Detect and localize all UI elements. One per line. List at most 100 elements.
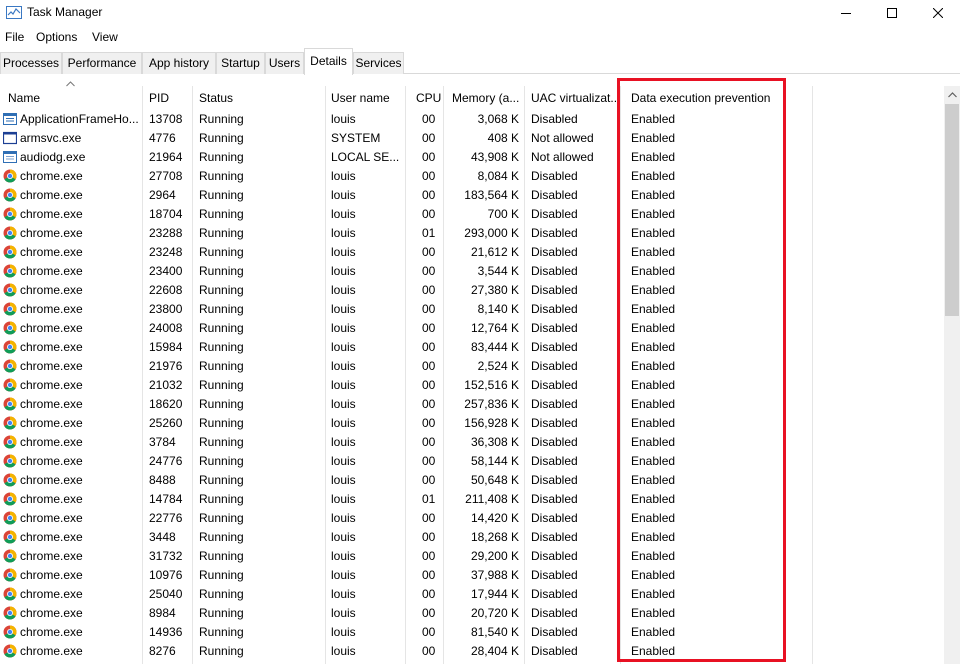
menu-options[interactable]: Options [36,30,77,44]
cell-name: chrome.exe [20,549,83,563]
table-row[interactable]: chrome.exe 23400 Running louis 00 3,544 K Disa… [0,262,944,281]
cell-memory: 36,308 K [470,435,519,449]
header-user-name[interactable]: User name [331,91,403,105]
cell-uac: Disabled [531,397,578,411]
cell-pid: 13708 [149,112,183,126]
table-row[interactable]: chrome.exe 2964 Running louis 00 183,564 K Dis… [0,186,944,205]
header-cpu[interactable]: CPU [416,91,442,105]
vertical-scrollbar[interactable] [944,86,960,664]
table-row[interactable]: chrome.exe 22776 Running louis 00 14,420 K Dis… [0,509,944,528]
header-name[interactable]: Name [8,91,138,105]
table-row[interactable]: chrome.exe 14936 Running louis 00 81,540 K Dis… [0,623,944,642]
header-status[interactable]: Status [199,91,319,105]
table-row[interactable]: chrome.exe 23800 Running louis 00 8,140 K Disa… [0,300,944,319]
cell-pid: 21976 [149,359,183,373]
cell-uac: Disabled [531,644,578,658]
cell-memory: 20,720 K [470,606,519,620]
cell-memory: 2,524 K [477,359,519,373]
chrome-icon [3,435,17,449]
table-row[interactable]: chrome.exe 8276 Running louis 00 28,404 K Disa… [0,642,944,661]
cell-pid: 23800 [149,302,183,316]
table-row[interactable]: chrome.exe 3784 Running louis 00 36,308 K Disa… [0,433,944,452]
cell-cpu: 00 [422,188,436,202]
table-row[interactable]: chrome.exe 3448 Running louis 00 18,268 K Disa… [0,528,944,547]
tab-startup[interactable]: Startup [216,52,265,74]
cell-name: chrome.exe [20,416,83,430]
table-row[interactable]: chrome.exe 27708 Running louis 00 8,084 K Disa… [0,167,944,186]
cell-status: Running [199,283,244,297]
chrome-icon [3,302,17,316]
table-row[interactable]: audiodg.exe 21964 Running LOCAL SE... 00 43,9… [0,148,944,167]
close-button[interactable] [915,0,960,26]
scroll-up-button[interactable] [944,86,960,104]
maximize-button[interactable] [869,0,915,26]
cell-pid: 8488 [149,473,176,487]
cell-memory: 29,200 K [470,549,519,563]
cell-name: chrome.exe [20,587,83,601]
cell-pid: 25040 [149,587,183,601]
header-uac-virtualization[interactable]: UAC virtualizat... [531,91,619,105]
audio-window-icon [3,151,17,163]
chrome-icon [3,169,17,183]
table-row[interactable]: chrome.exe 31732 Running louis 00 29,200 K Dis… [0,547,944,566]
close-icon [933,8,943,18]
cell-user: louis [331,359,356,373]
menu-view[interactable]: View [92,30,118,44]
header-pid[interactable]: PID [149,91,189,105]
cell-name: chrome.exe [20,625,83,639]
menu-file[interactable]: File [5,30,24,44]
tab-details[interactable]: Details [304,48,353,75]
minimize-button[interactable] [823,0,869,26]
tab-services[interactable]: Services [353,52,404,74]
cell-status: Running [199,549,244,563]
table-row[interactable]: chrome.exe 14784 Running louis 01 211,408 K Di… [0,490,944,509]
cell-user: louis [331,549,356,563]
cell-status: Running [199,340,244,354]
table-row[interactable]: chrome.exe 21976 Running louis 00 2,524 K Disa… [0,357,944,376]
cell-uac: Disabled [531,112,578,126]
table-row[interactable]: chrome.exe 22608 Running louis 00 27,380 K Dis… [0,281,944,300]
cell-name: chrome.exe [20,169,83,183]
table-row[interactable]: chrome.exe 24008 Running louis 00 12,764 K Dis… [0,319,944,338]
table-row[interactable]: chrome.exe 23248 Running louis 00 21,612 K Dis… [0,243,944,262]
cell-name: chrome.exe [20,245,83,259]
cell-cpu: 00 [422,245,436,259]
cell-status: Running [199,378,244,392]
table-row[interactable]: chrome.exe 8984 Running louis 00 20,720 K Disa… [0,604,944,623]
table-row[interactable]: chrome.exe 24776 Running louis 00 58,144 K Dis… [0,452,944,471]
cell-cpu: 00 [422,587,436,601]
cell-uac: Disabled [531,378,578,392]
table-row[interactable]: chrome.exe 8488 Running louis 00 50,648 K Disa… [0,471,944,490]
chrome-icon [3,188,17,202]
cell-uac: Disabled [531,511,578,525]
table-row[interactable]: chrome.exe 18704 Running louis 00 700 K Disabl… [0,205,944,224]
tab-processes[interactable]: Processes [0,52,62,74]
cell-memory: 18,268 K [470,530,519,544]
tab-performance[interactable]: Performance [62,52,142,74]
table-row[interactable]: chrome.exe 23288 Running louis 01 293,000 K Di… [0,224,944,243]
cell-pid: 18620 [149,397,183,411]
cell-status: Running [199,302,244,316]
table-row[interactable]: armsvc.exe 4776 Running SYSTEM 00 408 K Not al… [0,129,944,148]
cell-pid: 14936 [149,625,183,639]
cell-pid: 21964 [149,150,183,164]
table-row[interactable]: chrome.exe 21032 Running louis 00 152,516 K Di… [0,376,944,395]
table-row[interactable]: chrome.exe 15984 Running louis 00 83,444 K Dis… [0,338,944,357]
scrollbar-thumb[interactable] [945,104,959,316]
table-row[interactable]: ApplicationFrameHo... 13708 Running louis 00… [0,110,944,129]
cell-uac: Disabled [531,587,578,601]
service-window-icon [3,131,17,145]
cell-user: louis [331,587,356,601]
highlight-box [617,78,786,662]
cell-cpu: 01 [422,226,436,240]
table-row[interactable]: chrome.exe 10976 Running louis 00 37,988 K Dis… [0,566,944,585]
table-row[interactable]: chrome.exe 25260 Running louis 00 156,928 K Di… [0,414,944,433]
tab-users[interactable]: Users [265,52,304,74]
table-row[interactable]: chrome.exe 18620 Running louis 00 257,836 K Di… [0,395,944,414]
cell-uac: Disabled [531,302,578,316]
cell-uac: Disabled [531,264,578,278]
header-memory[interactable]: Memory (a... [452,91,522,105]
cell-uac: Disabled [531,245,578,259]
table-row[interactable]: chrome.exe 25040 Running louis 00 17,944 K Dis… [0,585,944,604]
tab-app-history[interactable]: App history [142,52,216,74]
